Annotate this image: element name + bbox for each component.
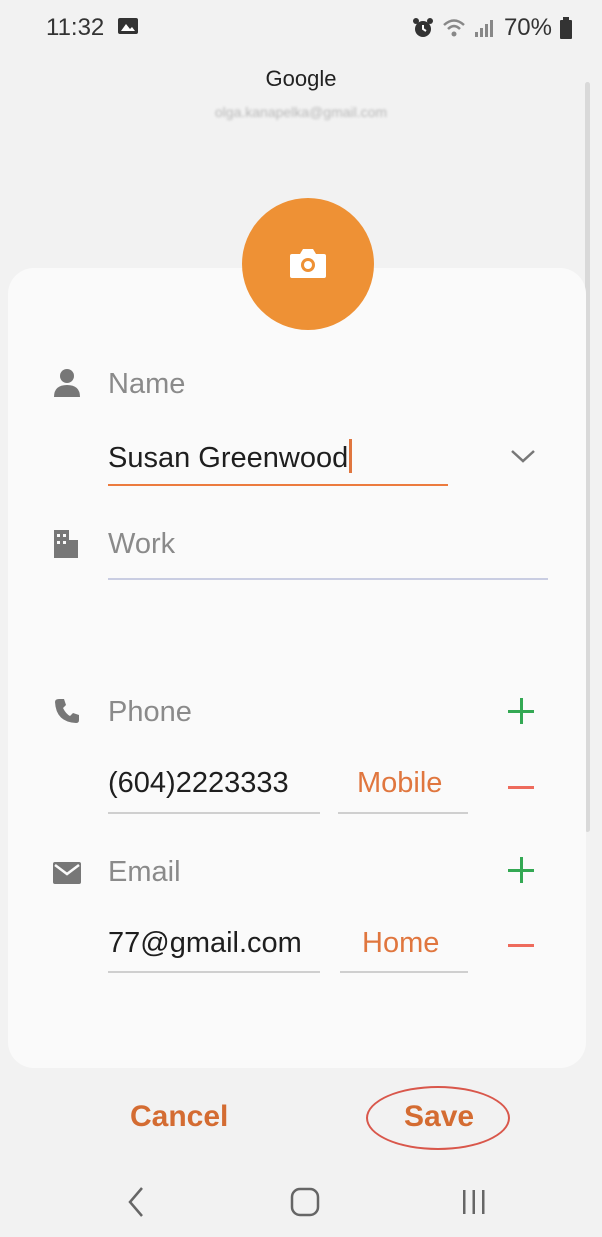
- status-bar: 11:32 70%: [0, 0, 602, 56]
- add-phone-button[interactable]: [508, 698, 534, 724]
- camera-icon: [290, 249, 326, 278]
- building-icon: [54, 530, 78, 558]
- add-photo-button[interactable]: [242, 198, 374, 330]
- phone-type-select[interactable]: Mobile: [357, 767, 442, 800]
- account-email: olga.kanapelka@gmail.com: [214, 104, 388, 120]
- account-provider: Google: [265, 66, 337, 91]
- name-label: Name: [108, 368, 186, 400]
- remove-email-button[interactable]: [508, 944, 534, 947]
- text-cursor: [349, 439, 353, 473]
- email-input[interactable]: 77@gmail.com: [108, 927, 302, 960]
- email-input-underline: [108, 971, 320, 973]
- account-header: Google olga.kanapelka@gmail.com: [0, 66, 602, 120]
- add-email-button[interactable]: [508, 857, 534, 883]
- name-input-underline: [108, 484, 448, 486]
- remove-phone-button[interactable]: [508, 786, 534, 789]
- work-input[interactable]: Work: [108, 528, 175, 561]
- status-icons: 70%: [412, 14, 572, 42]
- home-icon[interactable]: [290, 1184, 320, 1220]
- phone-input[interactable]: (604)2223333: [108, 767, 289, 800]
- email-type-underline: [340, 971, 468, 973]
- battery-percent: 70%: [503, 14, 552, 41]
- mail-icon: [53, 862, 81, 884]
- alarm-icon: [412, 18, 433, 37]
- navigation-bar: [0, 1170, 602, 1237]
- save-highlight-ring: [366, 1086, 510, 1150]
- person-icon: [54, 369, 80, 397]
- recents-icon[interactable]: [460, 1184, 488, 1220]
- phone-icon: [55, 699, 79, 723]
- back-icon[interactable]: [126, 1184, 146, 1220]
- wifi-icon: [443, 19, 465, 37]
- picture-icon: [118, 18, 138, 34]
- email-label: Email: [108, 856, 181, 888]
- cancel-button[interactable]: Cancel: [130, 1100, 228, 1134]
- phone-input-underline: [108, 812, 320, 814]
- battery-icon: [560, 17, 572, 39]
- status-time: 11:32: [46, 14, 105, 41]
- name-input[interactable]: Susan Greenwood: [108, 439, 353, 475]
- chevron-down-icon[interactable]: [510, 448, 536, 464]
- email-type-select[interactable]: Home: [362, 927, 439, 960]
- phone-label: Phone: [108, 696, 192, 728]
- phone-type-underline: [338, 812, 468, 814]
- work-input-underline: [108, 578, 548, 580]
- signal-icon: [474, 20, 493, 37]
